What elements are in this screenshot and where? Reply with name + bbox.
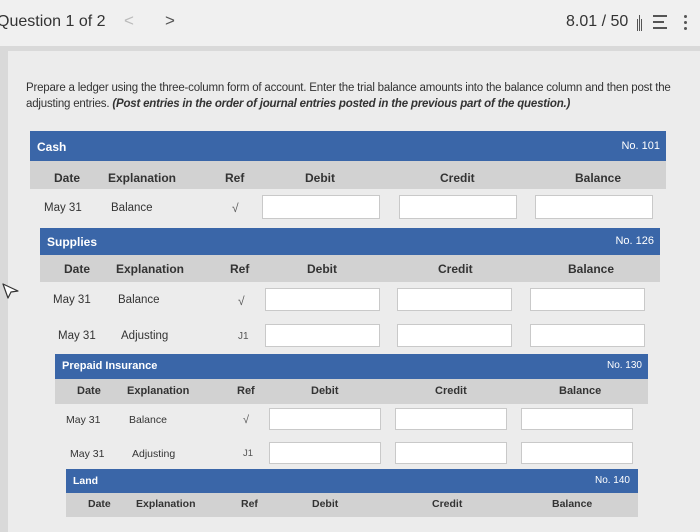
col-ref: Ref [225, 171, 245, 185]
account-number: No. 140 [594, 475, 630, 486]
col-balance: Balance [575, 171, 622, 185]
account-header-supplies: Supplies No. 126 [40, 228, 660, 255]
col-date: Date [88, 498, 111, 510]
col-ref: Ref [241, 498, 258, 510]
col-debit: Debit [307, 262, 337, 276]
balance-input[interactable] [530, 324, 645, 347]
balance-input[interactable] [535, 195, 653, 219]
col-credit: Credit [432, 498, 463, 510]
row-date: May 31 [66, 414, 101, 426]
balance-input[interactable] [521, 408, 633, 430]
col-date: Date [54, 171, 81, 185]
row-explanation: Balance [129, 414, 167, 426]
credit-input[interactable] [397, 324, 512, 347]
col-explanation: Explanation [136, 498, 196, 510]
row-explanation: Adjusting [121, 330, 169, 342]
column-header-row: Date Explanation Ref Debit Credit Balanc… [55, 379, 648, 404]
account-number: No. 101 [621, 140, 660, 152]
column-header-row: Date Explanation Ref Debit Credit Balanc… [40, 255, 660, 282]
row-explanation: Balance [118, 294, 160, 306]
row-date: May 31 [58, 330, 96, 342]
score-display: 8.01 / 50 [566, 13, 629, 30]
debit-input[interactable] [265, 324, 380, 347]
debit-input[interactable] [262, 195, 380, 219]
balance-input[interactable] [530, 288, 645, 311]
column-header-row: Date Explanation Ref Debit Credit Balanc… [30, 161, 666, 189]
debit-input[interactable] [265, 288, 380, 311]
account-header-land: Land No. 140 [66, 469, 638, 493]
instructions-emphasis: (Post entries in the order of journal en… [112, 98, 571, 110]
col-date: Date [64, 262, 91, 276]
question-counter: Question 1 of 2 [0, 13, 106, 30]
credit-input[interactable] [397, 288, 512, 311]
col-balance: Balance [568, 262, 615, 276]
list-icon[interactable] [653, 14, 667, 30]
account-number: No. 126 [615, 235, 654, 247]
account-name: Prepaid Insurance [62, 360, 158, 372]
column-header-row: Date Explanation Ref Debit Credit Balanc… [66, 493, 638, 517]
col-balance: Balance [552, 498, 593, 510]
credit-input[interactable] [395, 442, 507, 464]
col-debit: Debit [312, 498, 339, 510]
previous-question-button[interactable]: < [124, 11, 134, 31]
row-ref: √ [232, 201, 239, 215]
account-header-cash: Cash No. 101 [30, 131, 666, 161]
col-credit: Credit [435, 385, 467, 397]
row-ref: √ [238, 294, 245, 308]
col-ref: Ref [237, 385, 255, 397]
credit-input[interactable] [399, 195, 517, 219]
col-debit: Debit [305, 171, 335, 185]
row-ref: J1 [238, 331, 249, 342]
col-date: Date [77, 385, 101, 397]
row-ref: J1 [243, 448, 254, 459]
col-explanation: Explanation [116, 262, 185, 276]
account-name: Cash [37, 140, 67, 154]
account-name: Land [73, 475, 99, 487]
account-header-prepaid-insurance: Prepaid Insurance No. 130 [55, 354, 648, 379]
col-credit: Credit [440, 171, 475, 185]
instructions: Prepare a ledger using the three-column … [26, 80, 686, 112]
balance-input[interactable] [521, 442, 633, 464]
bars-icon[interactable] [637, 15, 642, 31]
debit-input[interactable] [269, 408, 381, 430]
row-date: May 31 [53, 294, 91, 306]
credit-input[interactable] [395, 408, 507, 430]
col-credit: Credit [438, 262, 473, 276]
row-explanation: Balance [111, 202, 153, 214]
col-explanation: Explanation [127, 385, 190, 397]
col-debit: Debit [311, 385, 339, 397]
top-bar: Question 1 of 2 < > 8.01 / 50 [0, 0, 700, 46]
row-ref: √ [243, 414, 250, 426]
account-number: No. 130 [606, 360, 642, 371]
row-date: May 31 [70, 448, 105, 460]
account-name: Supplies [47, 235, 98, 249]
col-balance: Balance [559, 385, 602, 397]
more-vertical-icon[interactable] [684, 14, 688, 30]
col-explanation: Explanation [108, 171, 177, 185]
col-ref: Ref [230, 262, 250, 276]
row-date: May 31 [44, 202, 82, 214]
mouse-pointer-icon [2, 283, 19, 299]
row-explanation: Adjusting [132, 448, 176, 460]
next-question-button[interactable]: > [165, 11, 175, 31]
debit-input[interactable] [269, 442, 381, 464]
